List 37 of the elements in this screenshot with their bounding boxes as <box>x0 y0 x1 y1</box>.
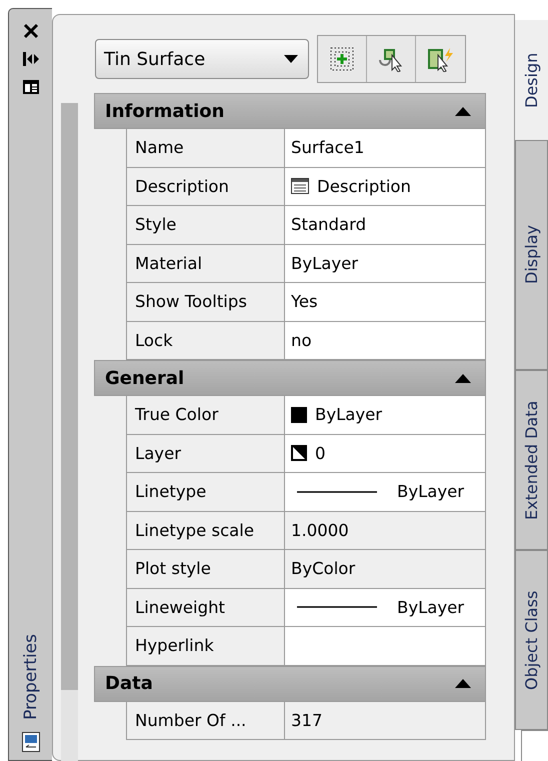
object-type-dropdown[interactable]: Tin Surface <box>95 39 309 79</box>
group-header[interactable]: Information <box>94 93 486 129</box>
side-tab[interactable]: Display <box>515 140 548 370</box>
lightning-cursor-icon <box>426 46 456 72</box>
palette-title: Properties <box>20 634 40 720</box>
property-value[interactable]: no <box>285 322 486 359</box>
property-value[interactable]: ByLayer <box>285 396 486 434</box>
select-objects-button[interactable] <box>367 36 416 82</box>
color-swatch-icon <box>291 406 307 423</box>
layer-icon <box>291 445 307 462</box>
panel-icon[interactable] <box>22 79 40 95</box>
collapse-icon <box>455 679 471 688</box>
side-tab[interactable]: Design <box>515 20 548 140</box>
list-icon <box>291 178 309 194</box>
auto-hide-icon[interactable] <box>22 51 40 67</box>
property-value[interactable]: ByLayer <box>285 588 486 626</box>
property-value[interactable]: Yes <box>285 283 486 320</box>
add-selection-button[interactable] <box>318 36 367 82</box>
property-value[interactable]: Description <box>285 168 486 205</box>
property-value[interactable]: Surface1 <box>285 129 486 166</box>
side-tab[interactable]: Object Class <box>515 550 548 730</box>
group-header[interactable]: General <box>94 360 486 396</box>
group-header[interactable]: Data <box>94 666 486 702</box>
collapse-icon <box>455 374 471 382</box>
properties-icon[interactable] <box>22 732 40 752</box>
property-value[interactable]: ByLayer <box>285 244 486 282</box>
close-icon[interactable] <box>22 23 38 39</box>
property-value[interactable]: Standard <box>285 206 486 244</box>
line-sample-icon <box>297 605 377 610</box>
quick-select-button[interactable] <box>416 36 465 82</box>
caret-icon <box>284 55 298 63</box>
side-tab[interactable]: Extended Data <box>515 370 548 550</box>
property-value[interactable]: ByLayer <box>285 473 486 510</box>
collapse-icon <box>455 106 471 116</box>
line-sample-icon <box>297 490 377 494</box>
property-value[interactable]: 0 <box>285 434 486 472</box>
dotted-plus-icon <box>329 46 355 72</box>
